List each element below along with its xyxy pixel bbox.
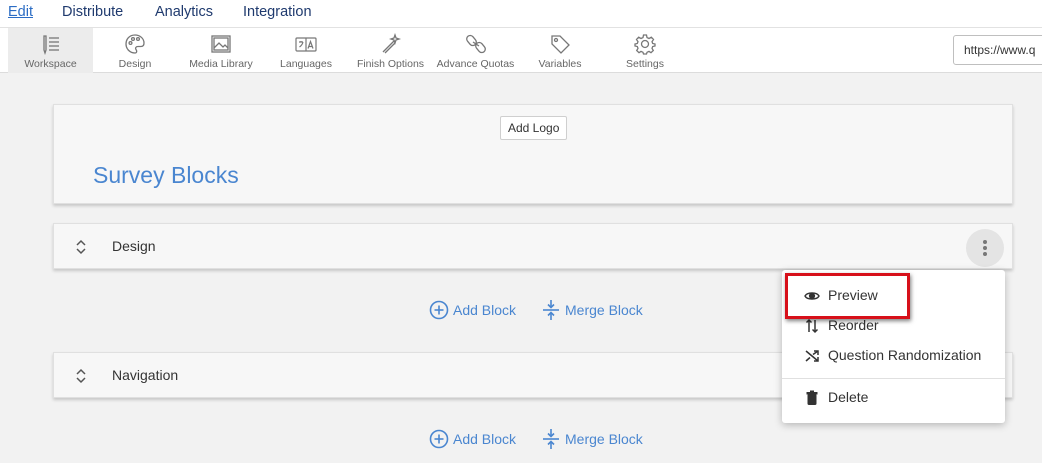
- reorder-icon: [805, 318, 819, 334]
- menu-item-label: Reorder: [828, 317, 879, 333]
- more-options-button[interactable]: [966, 229, 1004, 267]
- plus-circle-icon: [429, 429, 449, 449]
- survey-header-card: Add Logo Survey Blocks: [53, 104, 1013, 204]
- menu-item-reorder[interactable]: Reorder: [782, 312, 1005, 340]
- menu-item-delete[interactable]: Delete: [782, 384, 1005, 412]
- merge-icon: [543, 429, 559, 449]
- menu-divider: [782, 378, 1005, 379]
- merge-block-label: Merge Block: [565, 302, 643, 318]
- eye-icon: [804, 292, 820, 300]
- magic-wand-icon: [382, 33, 401, 54]
- menu-item-label: Question Randomization: [828, 347, 982, 363]
- shuffle-icon: [805, 350, 819, 362]
- translate-icon: [295, 37, 317, 52]
- trash-icon: [806, 390, 818, 405]
- menu-item-label: Preview: [828, 287, 878, 303]
- nav-distribute[interactable]: Distribute: [62, 4, 123, 20]
- menu-item-label: Delete: [828, 389, 869, 405]
- kebab-dot: [983, 246, 987, 250]
- tool-label: Advance Quotas: [436, 58, 515, 70]
- kebab-dot: [983, 240, 987, 244]
- block-row-design[interactable]: Design: [53, 223, 1013, 269]
- tool-label: Design: [118, 58, 152, 70]
- menu-item-question-randomization[interactable]: Question Randomization: [782, 342, 1005, 370]
- tool-label: Variables: [538, 58, 582, 70]
- add-block-label: Add Block: [453, 302, 517, 318]
- expand-collapse-icon[interactable]: [75, 238, 87, 256]
- merge-icon: [543, 300, 559, 320]
- tool-advance-quotas[interactable]: Advance Quotas: [436, 28, 515, 73]
- merge-block-label: Merge Block: [565, 431, 643, 447]
- tool-label: Finish Options: [356, 58, 425, 70]
- tool-label: Media Library: [189, 58, 253, 70]
- block-context-menu: Preview Reorder Question Randomization D…: [782, 270, 1005, 423]
- block-actions: Add Block Merge Block: [0, 429, 1042, 451]
- survey-url-field[interactable]: https://www.q: [953, 35, 1042, 65]
- tool-settings[interactable]: Settings: [615, 28, 675, 73]
- toolbar: Workspace Design Media Library Languages…: [0, 28, 1042, 73]
- block-name: Design: [112, 238, 156, 254]
- link-icon: [465, 34, 486, 54]
- gear-icon: [634, 34, 656, 55]
- page-title: Survey Blocks: [93, 162, 239, 188]
- nav-edit[interactable]: Edit: [8, 4, 33, 20]
- tag-icon: [551, 35, 570, 54]
- block-name: Navigation: [112, 367, 179, 383]
- top-nav: Edit Distribute Analytics Integration: [0, 0, 1042, 28]
- nav-analytics[interactable]: Analytics: [155, 4, 213, 20]
- image-icon: [211, 35, 231, 53]
- tool-languages[interactable]: Languages: [270, 28, 342, 73]
- tool-finish-options[interactable]: Finish Options: [352, 28, 429, 73]
- tool-variables[interactable]: Variables: [530, 28, 590, 73]
- add-block-label: Add Block: [453, 431, 517, 447]
- expand-collapse-icon[interactable]: [75, 367, 87, 385]
- tool-label: Settings: [626, 58, 664, 70]
- tool-workspace[interactable]: Workspace: [8, 28, 93, 73]
- tool-media-library[interactable]: Media Library: [182, 28, 260, 73]
- add-logo-button[interactable]: Add Logo: [500, 116, 568, 140]
- tool-label: Workspace: [24, 58, 77, 70]
- menu-item-preview[interactable]: Preview: [782, 282, 1005, 310]
- nav-integration[interactable]: Integration: [243, 4, 312, 20]
- tool-design[interactable]: Design: [95, 28, 175, 73]
- list-icon: [42, 35, 59, 55]
- kebab-dot: [983, 252, 987, 256]
- palette-icon: [125, 34, 145, 54]
- tool-label: Languages: [280, 58, 332, 70]
- plus-circle-icon: [429, 300, 449, 320]
